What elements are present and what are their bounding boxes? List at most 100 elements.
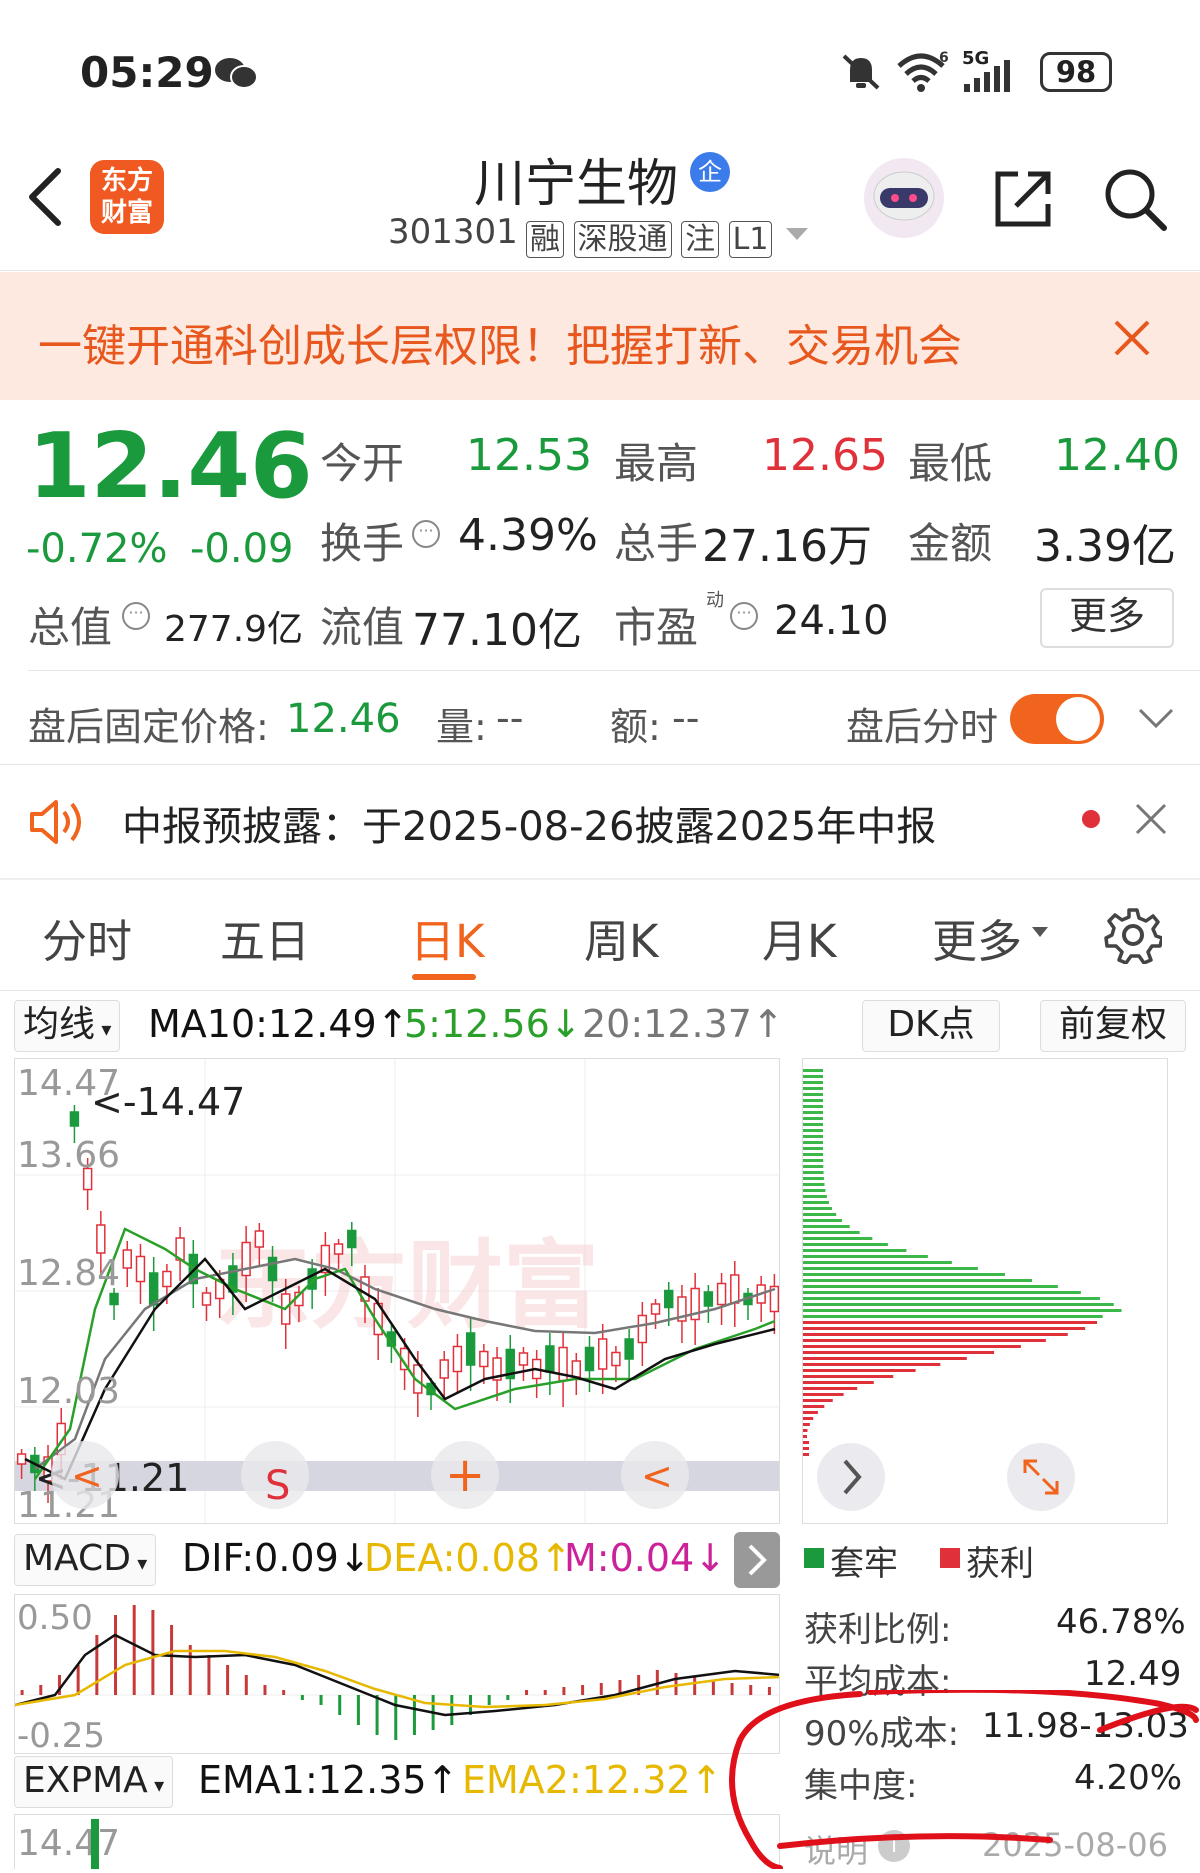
chip-distribution-chart[interactable] xyxy=(802,1058,1168,1524)
macd-bar xyxy=(506,1695,510,1700)
chip-bar xyxy=(803,1153,824,1156)
notice-text[interactable]: 中报预披露：于2025-08-26披露2025年中报 xyxy=(122,794,936,852)
promo-banner[interactable]: 一键开通科创成长层权限！把握打新、交易机会 xyxy=(0,272,1200,400)
chip-bar xyxy=(803,1369,916,1372)
chip-bar xyxy=(803,1357,967,1360)
candle xyxy=(267,1256,278,1282)
ma20-value: 20:12.37↑ xyxy=(582,1002,784,1046)
candle xyxy=(703,1291,714,1307)
search-icon[interactable] xyxy=(1102,166,1168,232)
close-icon[interactable] xyxy=(1134,802,1168,836)
chip-bar xyxy=(803,1405,825,1408)
info-icon[interactable]: ··· xyxy=(412,520,440,548)
chip-next-button[interactable] xyxy=(817,1443,885,1511)
chip-bar xyxy=(803,1165,824,1168)
expma-ema1: EMA1:12.35↑ xyxy=(198,1758,459,1802)
signal-button[interactable]: S xyxy=(265,1463,290,1509)
macd-bar xyxy=(319,1695,323,1705)
more-button[interactable]: 更多 xyxy=(1040,588,1174,648)
info-icon[interactable]: ··· xyxy=(730,602,758,630)
wifi-icon: 6 xyxy=(895,50,953,94)
candle xyxy=(162,1270,172,1288)
chip-bar xyxy=(803,1393,844,1396)
after-hours-toggle[interactable] xyxy=(1010,694,1104,744)
status-time: 05:29 xyxy=(80,48,214,97)
wechat-icon xyxy=(214,56,258,90)
tab-monthly-k[interactable]: 月K xyxy=(762,905,837,970)
macd-bar xyxy=(375,1695,379,1735)
macd-chart[interactable]: 0.50 -0.25 xyxy=(14,1594,780,1754)
float-label: 流值 xyxy=(320,603,405,652)
chip-bar xyxy=(803,1081,823,1084)
signal-icon xyxy=(962,60,1022,94)
dif-line xyxy=(15,1633,779,1717)
chip-bar xyxy=(803,1399,833,1402)
kline-chart[interactable]: 东方财富 14.47 13.66 12.84 12.03 11.21 <-14.… xyxy=(14,1058,780,1524)
macd-bar xyxy=(95,1635,99,1695)
expand-button[interactable] xyxy=(1007,1443,1075,1511)
adjust-button[interactable]: 前复权 xyxy=(1040,1000,1186,1052)
tab-daily-k[interactable]: 日K xyxy=(410,905,485,970)
tag-level: L1 xyxy=(728,221,773,258)
macd-bar xyxy=(543,1690,547,1695)
candle xyxy=(109,1292,119,1306)
macd-expand-button[interactable] xyxy=(734,1532,780,1588)
chip-bar xyxy=(803,1381,874,1384)
open-label: 今开 xyxy=(320,439,405,488)
macd-selector[interactable]: MACD ▾ xyxy=(14,1534,157,1586)
chip-bar xyxy=(803,1093,824,1096)
turnover-value: 4.39% xyxy=(458,510,598,561)
after-hours-price-label: 盘后固定价格: xyxy=(28,705,269,749)
candle xyxy=(439,1359,449,1379)
back-signal-button[interactable]: < xyxy=(641,1454,673,1498)
chip-bar xyxy=(803,1345,1021,1348)
add-button[interactable]: + xyxy=(445,1447,485,1503)
macd-histogram xyxy=(20,1605,771,1740)
chip-bar xyxy=(803,1285,1058,1288)
chip-bar xyxy=(803,1255,928,1258)
candle xyxy=(584,1346,595,1372)
macd-dif: DIF:0.09↓ xyxy=(182,1536,371,1580)
candle xyxy=(624,1338,634,1360)
candle xyxy=(69,1111,80,1127)
info-icon[interactable]: ··· xyxy=(122,602,150,630)
dk-point-button[interactable]: DK点 xyxy=(862,1000,1000,1052)
macd-bar xyxy=(76,1665,80,1695)
speaker-icon xyxy=(28,796,88,848)
tab-active-indicator xyxy=(412,974,476,980)
close-icon[interactable] xyxy=(1112,318,1152,358)
chip-bar xyxy=(803,1375,894,1378)
back-button[interactable] xyxy=(22,165,72,229)
chip-bar xyxy=(803,1219,842,1222)
caret-down-icon[interactable] xyxy=(1030,924,1050,938)
candle xyxy=(518,1352,529,1366)
expma-selector-label: EXPMA xyxy=(23,1760,148,1801)
candle xyxy=(465,1332,476,1366)
macd-bar xyxy=(581,1685,585,1695)
tag-connect: 深股通 xyxy=(573,221,672,258)
ma-selector[interactable]: 均线 ▾ xyxy=(14,1000,121,1052)
expma-selector[interactable]: EXPMA ▾ xyxy=(14,1756,174,1808)
tab-more[interactable]: 更多 xyxy=(932,905,1022,970)
chevron-down-icon[interactable] xyxy=(1136,706,1176,730)
robot-avatar-icon[interactable] xyxy=(862,156,946,240)
prev-signal-button[interactable]: < xyxy=(71,1454,103,1498)
gear-icon[interactable] xyxy=(1104,906,1164,965)
after-hours-amt: -- xyxy=(672,696,700,740)
tab-five-day[interactable]: 五日 xyxy=(220,905,310,970)
chip-bar xyxy=(803,1387,858,1390)
app-logo[interactable]: 东方财富 xyxy=(90,160,164,234)
chip-bar xyxy=(803,1297,1100,1300)
tab-intraday[interactable]: 分时 xyxy=(42,905,132,970)
chip-bar xyxy=(803,1213,837,1216)
chip-bar xyxy=(803,1159,824,1162)
expma-chart[interactable]: 14.47 xyxy=(14,1814,780,1869)
chip-bar xyxy=(803,1327,1086,1330)
tab-weekly-k[interactable]: 周K xyxy=(584,905,659,970)
chip-bar xyxy=(803,1309,1122,1312)
macd-selector-label: MACD xyxy=(23,1538,131,1579)
caret-down-icon[interactable] xyxy=(784,226,810,242)
share-icon[interactable] xyxy=(990,166,1056,232)
macd-bar xyxy=(263,1685,267,1695)
profit-ratio-value: 46.78% xyxy=(1056,1602,1186,1642)
